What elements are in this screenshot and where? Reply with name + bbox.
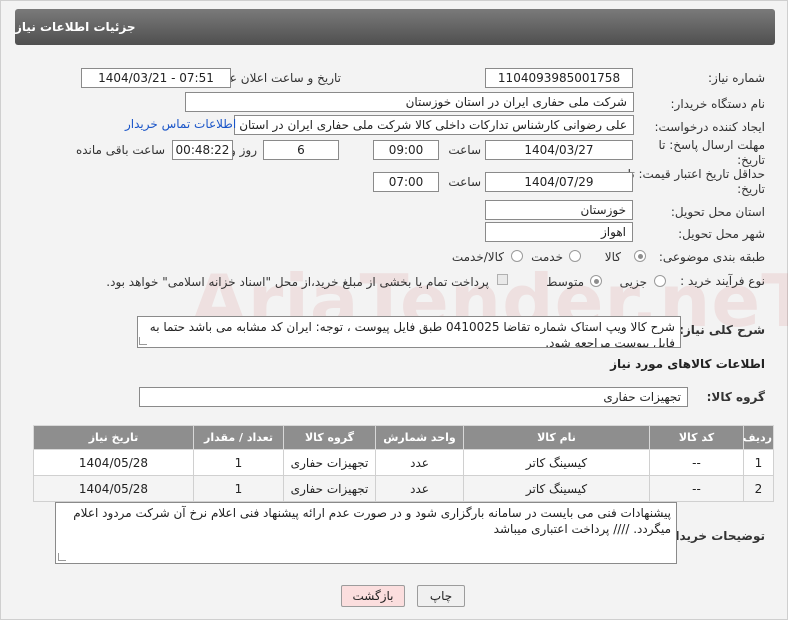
resize-grip-icon[interactable] xyxy=(139,337,147,345)
print-button[interactable]: چاپ xyxy=(417,585,465,607)
goods-table-header: ردیف کد کالا نام کالا واحد شمارش گروه کا… xyxy=(33,425,774,450)
price-validity-label: حداقل تاریخ اعتبار قیمت: تا تاریخ: xyxy=(627,167,765,196)
page-title: جزئیات اطلاعات نیاز xyxy=(15,9,775,45)
category-both-radio[interactable] xyxy=(511,250,523,262)
price-validity-date-field: 1404/07/29 xyxy=(485,172,633,192)
details-panel: AriaTender.neT جزئیات اطلاعات نیاز شماره… xyxy=(0,0,788,620)
buyer-org-label: نام دستگاه خریدار: xyxy=(670,97,766,111)
table-cell: 1 xyxy=(743,449,774,476)
category-goods-radio[interactable] xyxy=(634,250,646,262)
goods-group-field: تجهیزات حفاری xyxy=(139,387,688,407)
table-cell: -- xyxy=(649,475,744,502)
need-number-field: 1104093985001758 xyxy=(485,68,633,88)
table-row: 2 -- کیسینگ کاتر عدد تجهیزات حفاری 1 140… xyxy=(33,475,774,502)
table-cell: تجهیزات حفاری xyxy=(283,449,376,476)
back-button[interactable]: بازگشت xyxy=(341,585,405,607)
days-label: روز و xyxy=(230,143,257,157)
category-service-radio[interactable] xyxy=(569,250,581,262)
days-remaining-field: 6 xyxy=(263,140,339,160)
column-header: کد کالا xyxy=(649,425,744,450)
column-header: ردیف xyxy=(743,425,774,450)
table-cell: تجهیزات حفاری xyxy=(283,475,376,502)
goods-section-title: اطلاعات کالاهای مورد نیاز xyxy=(610,357,765,371)
resize-grip-icon[interactable] xyxy=(58,553,66,561)
treasury-payment-note: پرداخت تمام یا بخشی از مبلغ خرید،از محل … xyxy=(106,275,489,289)
need-number-label: شماره نیاز: xyxy=(708,71,765,85)
process-minor-radio[interactable] xyxy=(654,275,666,287)
table-cell: کیسینگ کاتر xyxy=(463,449,650,476)
goods-group-label: گروه کالا: xyxy=(706,390,765,404)
table-cell: 2 xyxy=(743,475,774,502)
table-cell: عدد xyxy=(375,475,464,502)
buyer-contact-link[interactable]: اطلاعات تماس خریدار xyxy=(125,117,236,131)
category-both-label: کالا/خدمت xyxy=(451,250,504,264)
table-row: 1 -- کیسینگ کاتر عدد تجهیزات حفاری 1 140… xyxy=(33,449,774,476)
table-cell: 1 xyxy=(193,475,284,502)
city-label: شهر محل تحویل: xyxy=(678,227,765,241)
process-medium-label: متوسط xyxy=(546,275,584,289)
city-field: اهواز xyxy=(485,222,633,242)
remaining-time-label: ساعت باقی مانده xyxy=(75,143,165,157)
table-cell: 1 xyxy=(193,449,284,476)
treasury-payment-checkbox[interactable] xyxy=(497,274,508,285)
goods-table: ردیف کد کالا نام کالا واحد شمارش گروه کا… xyxy=(33,425,774,502)
column-header: تعداد / مقدار xyxy=(193,425,284,450)
table-cell: 1404/05/28 xyxy=(33,449,194,476)
price-validity-time-field: 07:00 xyxy=(373,172,439,192)
category-goods-label: کالا xyxy=(604,250,621,264)
column-header: تاریخ نیاز xyxy=(33,425,194,450)
column-header: گروه کالا xyxy=(283,425,376,450)
deadline-time-label: ساعت xyxy=(448,143,481,157)
table-cell: عدد xyxy=(375,449,464,476)
price-validity-time-label: ساعت xyxy=(448,175,481,189)
category-service-label: خدمت xyxy=(531,250,563,264)
creator-field: علی رضوانی کارشناس تدارکات داخلی کالا شر… xyxy=(234,115,634,135)
process-medium-radio[interactable] xyxy=(590,275,602,287)
buyer-org-field: شرکت ملی حفاری ایران در استان خوزستان xyxy=(185,92,634,112)
creator-label: ایجاد کننده درخواست: xyxy=(654,120,765,134)
buyer-notes-label: توضیحات خریدار: xyxy=(663,529,765,543)
buyer-notes-textarea[interactable]: پیشنهادات فنی می بایست در سامانه بارگزار… xyxy=(55,502,677,564)
province-label: استان محل تحویل: xyxy=(670,205,765,219)
table-cell: 1404/05/28 xyxy=(33,475,194,502)
column-header: واحد شمارش xyxy=(375,425,464,450)
process-type-label: نوع فرآیند خرید : xyxy=(680,274,765,288)
deadline-date-field: 1404/03/27 xyxy=(485,140,633,160)
deadline-time-field: 09:00 xyxy=(373,140,439,160)
column-header: نام کالا xyxy=(463,425,650,450)
province-field: خوزستان xyxy=(485,200,633,220)
table-cell: کیسینگ کاتر xyxy=(463,475,650,502)
process-minor-label: جزیی xyxy=(619,275,647,289)
table-cell: -- xyxy=(649,449,744,476)
description-textarea[interactable]: شرح کالا ویپ استاک شماره تقاضا 0410025 ط… xyxy=(137,316,681,348)
announce-datetime-field: 1404/03/21 - 07:51 xyxy=(81,68,231,88)
deadline-label: مهلت ارسال پاسخ: تا تاریخ: xyxy=(658,138,765,167)
remaining-time-field: 00:48:22 xyxy=(172,140,233,160)
description-label: شرح کلی نیاز: xyxy=(679,323,765,337)
category-label: طبقه بندی موضوعی: xyxy=(658,250,765,264)
